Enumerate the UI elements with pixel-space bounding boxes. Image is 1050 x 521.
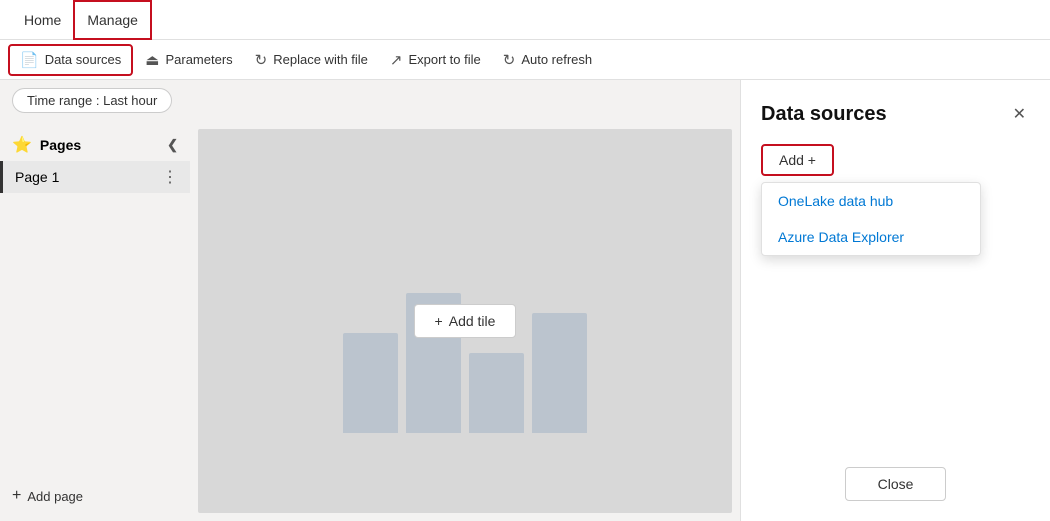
- close-panel-icon[interactable]: ✕: [1009, 100, 1030, 128]
- add-page-label: Add page: [27, 489, 83, 504]
- autorefresh-icon: ↻: [503, 51, 516, 69]
- replace-icon: ↻: [255, 51, 268, 69]
- add-page-icon: +: [12, 487, 21, 505]
- add-tile-button[interactable]: + Add tile: [414, 304, 517, 338]
- canvas-area: + Add tile: [198, 129, 732, 513]
- add-page-button[interactable]: + Add page: [0, 479, 190, 513]
- bar-1: [343, 333, 398, 433]
- pages-star-icon: ⭐: [12, 135, 32, 155]
- autorefresh-button[interactable]: ↻ Auto refresh: [493, 44, 602, 76]
- bar-3: [469, 353, 524, 433]
- page-item-1[interactable]: Page 1 ⋮: [0, 161, 190, 193]
- panel-header: Data sources ✕: [761, 100, 1030, 128]
- pages-title: Pages: [40, 137, 81, 153]
- page1-label: Page 1: [15, 169, 59, 185]
- pages-sidebar: ⭐ Pages ❮ Page 1 ⋮ + Add page: [0, 121, 190, 521]
- page-options-icon[interactable]: ⋮: [162, 167, 178, 187]
- datasources-icon: 📄: [20, 51, 39, 69]
- pages-header: ⭐ Pages ❮: [0, 129, 190, 161]
- add-tile-label: Add tile: [449, 313, 496, 329]
- nav-manage[interactable]: Manage: [73, 0, 152, 40]
- filter-bar: Time range : Last hour: [0, 80, 740, 121]
- export-button[interactable]: ↗ Export to file: [380, 44, 491, 76]
- replace-button[interactable]: ↻ Replace with file: [245, 44, 378, 76]
- nav-home[interactable]: Home: [12, 0, 73, 40]
- datasources-button[interactable]: 📄 Data sources: [8, 44, 133, 76]
- datasource-dropdown: OneLake data hub Azure Data Explorer: [761, 182, 981, 256]
- chevron-left-icon[interactable]: ❮: [167, 137, 178, 153]
- add-tile-icon: +: [435, 313, 443, 329]
- onelake-option[interactable]: OneLake data hub: [762, 183, 980, 219]
- close-button[interactable]: Close: [845, 467, 947, 501]
- right-panel: Data sources ✕ Add + OneLake data hub Az…: [740, 80, 1050, 521]
- left-section: Time range : Last hour ⭐ Pages ❮ Page 1 …: [0, 80, 740, 521]
- top-nav: Home Manage: [0, 0, 1050, 40]
- parameters-button[interactable]: ⏏ Parameters: [135, 44, 242, 76]
- panel-footer: Close: [761, 467, 1030, 501]
- toolbar: 📄 Data sources ⏏ Parameters ↻ Replace wi…: [0, 40, 1050, 80]
- panel-title: Data sources: [761, 103, 887, 126]
- export-icon: ↗: [390, 51, 403, 69]
- time-range-pill[interactable]: Time range : Last hour: [12, 88, 172, 113]
- main-area: Time range : Last hour ⭐ Pages ❮ Page 1 …: [0, 80, 1050, 521]
- azure-explorer-option[interactable]: Azure Data Explorer: [762, 219, 980, 255]
- add-datasource-button[interactable]: Add +: [761, 144, 834, 176]
- parameters-icon: ⏏: [145, 51, 159, 69]
- bar-4: [532, 313, 587, 433]
- content-row: ⭐ Pages ❮ Page 1 ⋮ + Add page: [0, 121, 740, 521]
- pages-header-left: ⭐ Pages: [12, 135, 81, 155]
